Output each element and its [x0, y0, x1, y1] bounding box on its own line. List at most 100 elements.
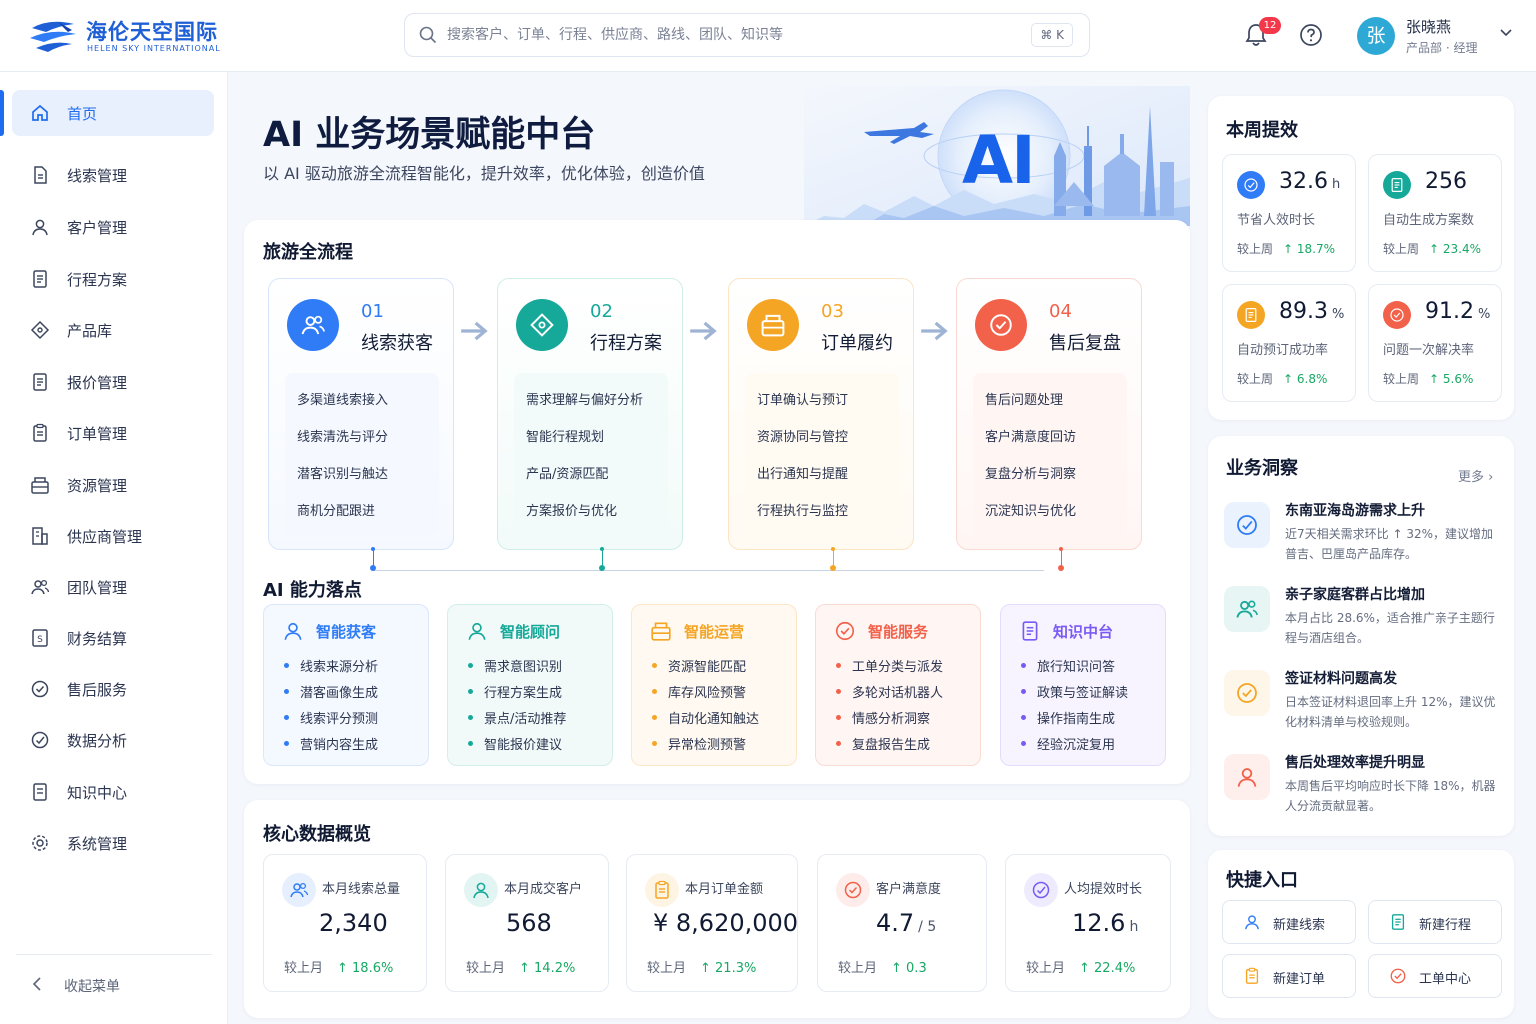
sidebar-item-12[interactable]: 数据分析: [12, 717, 214, 763]
check-icon: [1237, 515, 1257, 535]
capability-icon-wrap: [834, 620, 856, 646]
quick-entry-icon-wrap: [1389, 913, 1407, 935]
brand-logo[interactable]: 海伦天空国际 HELEN SKY INTERNATIONAL: [28, 14, 228, 58]
search-input[interactable]: [447, 23, 1007, 47]
sidebar-item-9[interactable]: 团队管理: [12, 564, 214, 610]
weekly-value: 89.3%: [1279, 299, 1344, 324]
compare-label: 较上周: [1383, 242, 1420, 256]
bullet: [468, 663, 473, 668]
capability-item: 需求意图识别: [484, 660, 563, 675]
sidebar-item-1[interactable]: 线索管理: [12, 152, 214, 198]
step-task: 资源协同与管控: [757, 430, 849, 445]
flow-step-2[interactable]: 02 行程方案 需求理解与偏好分析 智能行程规划 产品/资源匹配 方案报价与优化: [497, 278, 683, 550]
check-icon: [31, 731, 49, 749]
user-avatar[interactable]: 张: [1357, 17, 1395, 55]
home-icon: [32, 104, 48, 121]
metric-card-2[interactable]: 本月订单金额 ¥ 8,620,000 较上月 ↑ 21.3%: [626, 854, 798, 992]
chevron-left-icon: [32, 977, 41, 991]
metric-card-0[interactable]: 本月线索总量 2,340 较上月 ↑ 18.6%: [263, 854, 427, 992]
step-task: 智能行程规划: [526, 430, 605, 445]
compare-label: 较上月: [284, 961, 324, 976]
weekly-metric-0[interactable]: 32.6 h 节省人效时长 较上周 ↑ 18.7%: [1222, 154, 1356, 272]
metric-card-3[interactable]: 客户满意度 4.7/ 5 较上月 ↑ 0.3: [817, 854, 987, 992]
quick-entry-2[interactable]: 新建订单: [1222, 954, 1356, 998]
sidebar-item-13[interactable]: 知识中心: [12, 769, 214, 815]
sidebar-item-8[interactable]: 供应商管理: [12, 513, 214, 559]
flow-step-4[interactable]: 04 售后复盘 售后问题处理 客户满意度回访 复盘分析与洞察 沉淀知识与优化: [956, 278, 1142, 550]
metric-icon: [836, 873, 870, 907]
compare-label: 较上周: [1383, 372, 1420, 386]
insight-item-0[interactable]: 东南亚海岛游需求上升 近7天相关需求环比 ↑ 32%，建议增加普吉、巴厘岛产品库存…: [1224, 500, 1504, 572]
capability-0[interactable]: 智能获客 线索来源分析 潜客画像生成 线索评分预测 营销内容生成: [263, 604, 429, 766]
sidebar-item-2[interactable]: 客户管理: [12, 204, 214, 250]
sidebar-item-0[interactable]: 首页: [0, 90, 214, 136]
capability-1[interactable]: 智能顾问 需求意图识别 行程方案生成 景点/活动推荐 智能报价建议: [447, 604, 613, 766]
sidebar-item-10[interactable]: S 财务结算: [12, 615, 214, 661]
compare-label: 较上周: [1237, 372, 1274, 386]
insight-item-1[interactable]: 亲子家庭客群占比增加 本月占比 28.6%，适合推广亲子主题行程与酒店组合。: [1224, 584, 1504, 656]
sidebar-item-6[interactable]: 订单管理: [12, 410, 214, 456]
sidebar-item-11[interactable]: 售后服务: [12, 666, 214, 712]
bullet: [284, 741, 289, 746]
metric-number: 12.6: [1072, 909, 1126, 937]
sidebar-item-label: 客户管理: [67, 219, 128, 237]
insight-item-2[interactable]: 签证材料问题高发 日本签证材料退回率上升 12%，建议优化材料清单与校验规则。: [1224, 668, 1504, 740]
bullet: [652, 741, 657, 746]
tag-icon: [30, 320, 50, 340]
sidebar-item-7[interactable]: 资源管理: [12, 462, 214, 508]
capability-item: 资源智能匹配: [668, 660, 747, 675]
flow-step-1[interactable]: 01 线索获客 多渠道线索接入 线索清洗与评分 潜客识别与触达 商机分配跟进: [268, 278, 454, 550]
sidebar-item-5[interactable]: 报价管理: [12, 359, 214, 405]
quick-title: 快捷入口: [1226, 870, 1298, 891]
business-insights-card: 业务洞察 更多 › 东南亚海岛游需求上升 近7天相关需求环比 ↑ 32%，建议增加…: [1208, 436, 1514, 836]
service-icon: [1390, 308, 1404, 322]
capability-3[interactable]: 智能服务 工单分类与派发 多轮对话机器人 情感分析洞察 复盘报告生成: [815, 604, 981, 766]
insight-item-3[interactable]: 售后处理效率提升明显 本周售后平均响应时长下降 18%，机器人分流贡献显著。: [1224, 752, 1504, 824]
capability-4[interactable]: 知识中台 旅行知识问答 政策与签证解读 操作指南生成 经验沉淀复用: [1000, 604, 1166, 766]
weekly-metric-2[interactable]: 89.3% 自动预订成功率 较上周 ↑ 6.8%: [1222, 284, 1356, 402]
bullet: [1021, 741, 1026, 746]
weekly-value: 256: [1425, 169, 1467, 194]
insight-icon: [1224, 502, 1270, 548]
step-task: 客户满意度回访: [985, 430, 1077, 445]
money-icon-wrap: S: [30, 628, 50, 652]
sidebar-item-3[interactable]: 行程方案: [12, 256, 214, 302]
service-icon: [1237, 683, 1257, 703]
quick-entry-3[interactable]: 工单中心: [1368, 954, 1502, 998]
user-name[interactable]: 张晓燕: [1406, 16, 1451, 37]
sidebar-item-4[interactable]: 产品库: [12, 307, 214, 353]
more-label: 更多: [1458, 470, 1485, 485]
capability-name: 智能顾问: [500, 623, 561, 641]
flow-step-3[interactable]: 03 订单履约 订单确认与预订 资源协同与管控 出行通知与提醒 行程执行与监控: [728, 278, 914, 550]
box-icon-wrap: [30, 475, 50, 499]
weekly-metric-3[interactable]: 91.2% 问题一次解决率 较上周 ↑ 5.6%: [1368, 284, 1502, 402]
step-number: 02: [590, 301, 613, 322]
metric-card-4[interactable]: 人均提效时长 12.6 h 较上月 ↑ 22.4%: [1005, 854, 1171, 992]
search-shortcut-hint: ⌘ K: [1031, 23, 1073, 47]
capability-item: 线索评分预测: [300, 712, 379, 727]
sidebar-item-14[interactable]: 系统管理: [12, 820, 214, 866]
step-name: 订单履约: [821, 333, 893, 354]
check-icon: [1032, 881, 1050, 899]
more-link[interactable]: 更多 ›: [1458, 466, 1493, 485]
bullet: [836, 715, 841, 720]
brand-subtitle: HELEN SKY INTERNATIONAL: [87, 44, 221, 53]
help-icon[interactable]: [1299, 23, 1323, 47]
sidebar-item-label: 首页: [67, 105, 98, 123]
compare-label: 较上周: [1237, 242, 1274, 256]
metric-label: 人均提效时长: [1064, 882, 1143, 897]
step-name: 行程方案: [590, 333, 662, 354]
step-number: 01: [361, 301, 384, 322]
global-search[interactable]: ⌘ K: [404, 13, 1090, 57]
weekly-metric-1[interactable]: 256 自动生成方案数 较上周 ↑ 23.4%: [1368, 154, 1502, 272]
tag-icon: [530, 313, 554, 337]
metric-card-1[interactable]: 本月成交客户 568 较上月 ↑ 14.2%: [445, 854, 609, 992]
chevron-down-icon[interactable]: [1500, 28, 1512, 38]
quick-entry-0[interactable]: 新建线索: [1222, 900, 1356, 944]
capability-2[interactable]: 智能运营 资源智能匹配 库存风险预警 自动化通知触达 异常检测预警: [631, 604, 797, 766]
collapse-menu-button[interactable]: 收起菜单: [16, 954, 212, 1014]
metric-value: ¥ 8,620,000: [653, 909, 798, 937]
tag-icon-wrap: [30, 320, 50, 344]
quick-entry-1[interactable]: 新建行程: [1368, 900, 1502, 944]
step-number: 03: [821, 301, 844, 322]
